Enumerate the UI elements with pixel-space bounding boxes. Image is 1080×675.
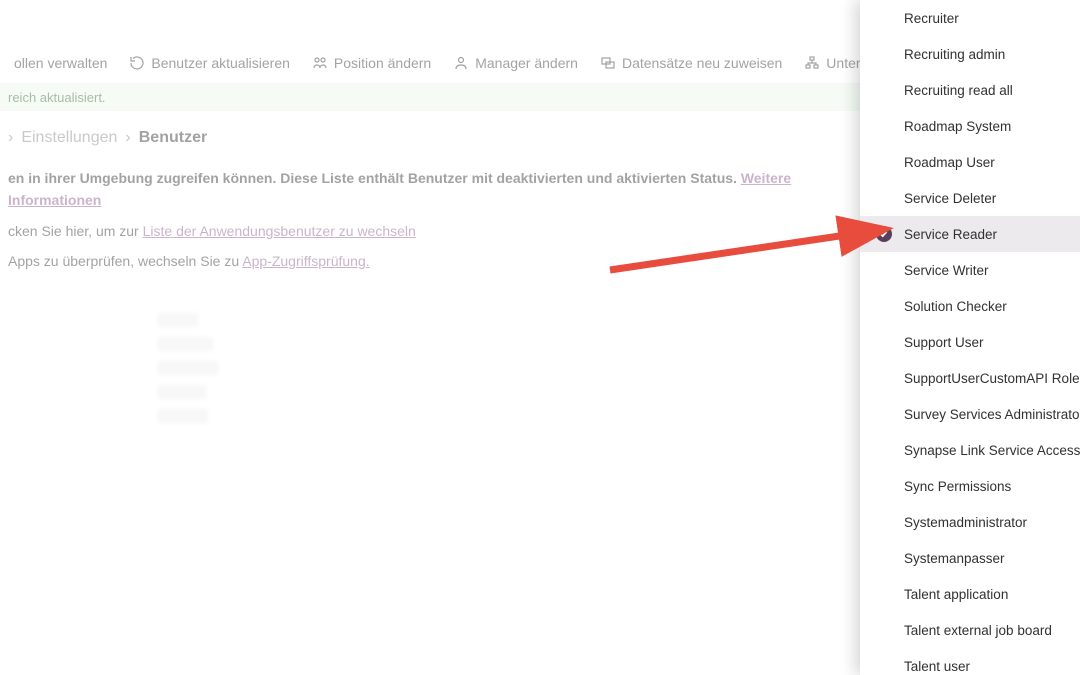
notice-text: reich aktualisiert. — [8, 90, 106, 105]
role-item[interactable]: Service Deleter — [860, 180, 1080, 216]
change-position-button[interactable]: Position ändern — [302, 49, 441, 77]
manager-icon — [453, 55, 469, 71]
role-item[interactable]: Synapse Link Service Access — [860, 432, 1080, 468]
role-item[interactable]: Recruiting admin — [860, 36, 1080, 72]
manage-roles-button[interactable]: ollen verwalten — [4, 49, 117, 77]
breadcrumb: › Einstellungen › Benutzer — [8, 129, 830, 147]
chevron-right-icon: › — [8, 129, 13, 147]
people-swap-icon — [312, 55, 328, 71]
role-item[interactable]: Systemanpasser — [860, 540, 1080, 576]
description-line-3: Apps zu überprüfen, wechseln Sie zu App-… — [8, 250, 830, 272]
role-item[interactable]: Systemadministrator — [860, 504, 1080, 540]
role-item[interactable]: Talent external job board — [860, 612, 1080, 648]
toolbar-label: Manager ändern — [475, 55, 578, 71]
role-label: Service Deleter — [904, 191, 996, 206]
role-item[interactable]: Recruiter — [860, 0, 1080, 36]
role-item[interactable]: Service Writer — [860, 252, 1080, 288]
chevron-right-icon: › — [125, 129, 130, 147]
role-label: Talent application — [904, 587, 1008, 602]
role-item[interactable]: Talent application — [860, 576, 1080, 612]
role-label: SupportUserCustomAPI Role — [904, 371, 1080, 386]
role-item[interactable]: Solution Checker — [860, 288, 1080, 324]
breadcrumb-settings[interactable]: Einstellungen — [21, 129, 117, 147]
role-label: Synapse Link Service Access — [904, 443, 1080, 458]
description-line-2: cken Sie hier, um zur Liste der Anwendun… — [8, 220, 830, 242]
toolbar-label: ollen verwalten — [14, 55, 107, 71]
role-label: Solution Checker — [904, 299, 1007, 314]
refresh-icon — [129, 55, 145, 71]
role-label: Roadmap User — [904, 155, 995, 170]
role-label: Systemadministrator — [904, 515, 1027, 530]
roles-side-panel[interactable]: Recruiter Recruiting admin Recruiting read… — [860, 0, 1080, 675]
top-spacer — [0, 0, 860, 42]
reassign-records-button[interactable]: Datensätze neu zuweisen — [590, 49, 792, 77]
role-item[interactable]: Sync Permissions — [860, 468, 1080, 504]
command-bar: ollen verwalten Benutzer aktualisieren P… — [0, 42, 860, 84]
check-circle-icon — [876, 226, 892, 242]
role-label: Recruiting read all — [904, 83, 1013, 98]
role-label: Talent external job board — [904, 623, 1052, 638]
role-item[interactable]: Talent user — [860, 648, 1080, 675]
toolbar-label: Position ändern — [334, 55, 431, 71]
desc-text: cken Sie hier, um zur — [8, 223, 143, 239]
role-item[interactable]: Recruiting read all — [860, 72, 1080, 108]
switch-app-users-link[interactable]: Liste der Anwendungsbenutzer zu wechseln — [143, 223, 416, 239]
refresh-user-button[interactable]: Benutzer aktualisieren — [119, 49, 300, 77]
role-label: Recruiting admin — [904, 47, 1005, 62]
desc-text: en in ihrer Umgebung zugreifen können. D… — [8, 170, 741, 186]
role-item[interactable]: Service Reader — [860, 216, 1080, 252]
role-item[interactable]: SupportUserCustomAPI Role — [860, 360, 1080, 396]
role-item[interactable]: Survey Services Administrator(Deprecated… — [860, 396, 1080, 432]
toolbar-label: Datensätze neu zuweisen — [622, 55, 782, 71]
role-item[interactable]: Roadmap User — [860, 144, 1080, 180]
role-item[interactable]: Roadmap System — [860, 108, 1080, 144]
main-area: ollen verwalten Benutzer aktualisieren P… — [0, 0, 860, 675]
role-label: Survey Services Administrator(Deprecated… — [904, 407, 1080, 422]
role-label: Service Reader — [904, 227, 997, 242]
desc-text: Apps zu überprüfen, wechseln Sie zu — [8, 253, 242, 269]
role-label: Systemanpasser — [904, 551, 1005, 566]
org-icon — [804, 55, 820, 71]
role-label: Roadmap System — [904, 119, 1011, 134]
description-line-1: en in ihrer Umgebung zugreifen können. D… — [8, 167, 830, 212]
role-label: Service Writer — [904, 263, 989, 278]
role-label: Recruiter — [904, 11, 959, 26]
blurred-table-placeholder — [8, 313, 830, 423]
reassign-icon — [600, 55, 616, 71]
breadcrumb-users: Benutzer — [139, 129, 207, 147]
page-content: › Einstellungen › Benutzer en in ihrer U… — [0, 111, 850, 453]
role-label: Support User — [904, 335, 984, 350]
toolbar-label: Benutzer aktualisieren — [151, 55, 290, 71]
role-label: Sync Permissions — [904, 479, 1011, 494]
change-manager-button[interactable]: Manager ändern — [443, 49, 588, 77]
role-item[interactable]: Support User — [860, 324, 1080, 360]
role-label: Talent user — [904, 659, 970, 674]
success-notice: reich aktualisiert. — [0, 84, 860, 111]
app-access-check-link[interactable]: App-Zugriffsprüfung. — [242, 253, 369, 269]
